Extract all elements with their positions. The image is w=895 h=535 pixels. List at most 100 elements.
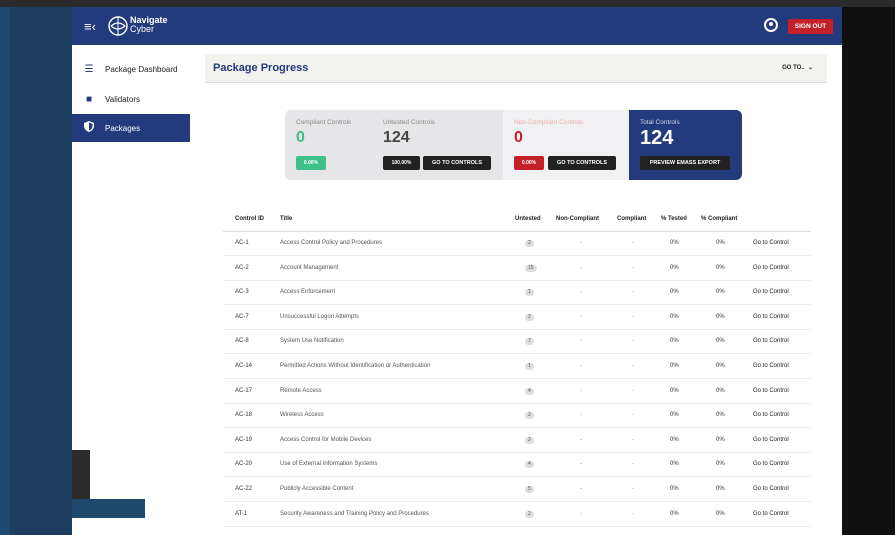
go-to-control-link[interactable]: Go to Control <box>753 256 789 280</box>
control-title: Unsuccessful Logon Attempts <box>280 313 360 320</box>
control-title: Remote Access <box>280 387 322 394</box>
untested-count: 2 <box>525 502 534 526</box>
untested-badge: 2 <box>525 240 534 247</box>
noncompliant-count: - <box>580 289 582 296</box>
top-strip <box>0 0 895 7</box>
table-row: AC-18 Wireless Access 2 - - 0% 0% Go to Control <box>223 403 811 429</box>
noncompliant-count: - <box>580 240 582 246</box>
noncompliant-count: - <box>580 436 582 443</box>
go-to-control-link[interactable]: Go to Control <box>753 379 789 403</box>
pct-compliant: 0% <box>716 436 725 443</box>
menu-collapse-icon[interactable]: ≡‹ <box>84 19 96 34</box>
go-to-control-link[interactable]: Go to Control <box>753 477 789 501</box>
sidebar-item-validators[interactable]: ■ Validators <box>72 85 190 113</box>
col-header-non-compliant: Non-Compliant <box>556 216 599 222</box>
control-title: Access Enforcement <box>280 289 336 296</box>
pct-compliant: 0% <box>716 264 725 271</box>
control-title: Security Awareness and Training Policy a… <box>280 510 429 517</box>
untested-badge: 7 <box>525 338 534 346</box>
noncompliant-count: - <box>580 486 582 492</box>
noncompliant-count: - <box>580 313 582 320</box>
desktop-right-edge <box>842 7 895 535</box>
untested-card: Untested Controls 124 100.00% GO TO CONT… <box>372 110 503 180</box>
untested-badge: 1 <box>525 363 534 370</box>
compliant-count: - <box>632 289 634 296</box>
untested-badge: 5 <box>525 486 534 493</box>
go-to-control-link[interactable]: Go to Control <box>753 502 789 526</box>
untested-count: 4 <box>525 379 534 403</box>
col-header-control-id: Control ID <box>235 216 264 222</box>
pct-tested: 0% <box>670 264 679 271</box>
control-id: AC-8 <box>235 338 249 345</box>
untested-go-to-controls-button[interactable]: GO TO CONTROLS <box>423 156 491 170</box>
untested-count: 1 <box>525 354 534 378</box>
col-header-pct-tested: % Tested <box>661 216 687 222</box>
sign-out-button[interactable]: SIGN OUT <box>788 19 833 34</box>
pct-tested: 0% <box>670 387 679 394</box>
go-to-control-link[interactable]: Go to Control <box>753 403 789 427</box>
goto-dropdown[interactable]: GO TO.. ⌄ <box>782 64 813 71</box>
go-to-control-link[interactable]: Go to Control <box>753 329 789 353</box>
pct-tested: 0% <box>670 436 679 443</box>
control-title: Permitted Actions Without Identification… <box>280 363 431 369</box>
noncompliant-count: - <box>580 338 582 345</box>
untested-pct-badge: 100.00% <box>383 156 420 170</box>
app-window: ≡‹ Navigate Cyber SIGN OUT ☰ Package Das… <box>72 7 842 535</box>
table-row: AC-2 Account Management 15 - - 0% 0% Go to Cont… <box>223 256 811 281</box>
pct-compliant: 0% <box>716 363 725 369</box>
table-row: AC-7 Unsuccessful Logon Attempts 2 - - 0% 0% Go… <box>223 305 811 330</box>
sidebar-item-packages[interactable]: Packages <box>72 114 190 142</box>
control-id: AC-17 <box>235 387 253 394</box>
compliant-count: - <box>632 338 634 345</box>
sidebar-item-package-dashboard[interactable]: ☰ Package Dashboard <box>72 55 190 83</box>
main-content: Package Progress GO TO.. ⌄ Compliant Con… <box>190 45 842 535</box>
control-id: AC-14 <box>235 363 253 369</box>
compliant-value: 0 <box>296 129 305 146</box>
untested-badge: 2 <box>525 313 534 321</box>
chevron-down-icon: ⌄ <box>807 65 813 71</box>
sidebar-item-label: Validators <box>105 94 140 104</box>
compliant-count: - <box>632 412 634 419</box>
untested-badge: 4 <box>525 461 534 469</box>
pct-tested: 0% <box>670 510 679 517</box>
pct-tested: 0% <box>670 461 679 468</box>
table-header-row: Control ID Title Untested Non-Compliant … <box>223 207 811 232</box>
pct-tested: 0% <box>670 289 679 296</box>
noncompliant-go-to-controls-button[interactable]: GO TO CONTROLS <box>548 156 616 170</box>
table-row: AC-1 Access Control Policy and Procedures… <box>223 231 811 256</box>
control-id: AC-18 <box>235 412 253 419</box>
control-title: Account Management <box>280 264 339 271</box>
compliant-count: - <box>632 313 634 320</box>
control-title: Publicly Accessible Content <box>280 486 354 492</box>
untested-value: 124 <box>383 129 410 146</box>
control-title: System Use Notification <box>280 338 344 345</box>
pct-tested: 0% <box>670 338 679 345</box>
untested-badge: 2 <box>525 412 534 420</box>
control-id: AC-2 <box>235 264 249 271</box>
compliant-pct-badge: 0.00% <box>296 156 326 170</box>
book-icon: ■ <box>85 93 93 105</box>
untested-count: 7 <box>525 329 534 353</box>
compliant-count: - <box>632 264 634 271</box>
pct-compliant: 0% <box>716 313 725 320</box>
untested-count: 2 <box>525 231 534 255</box>
preview-emass-export-button[interactable]: PREVIEW EMASS EXPORT <box>640 156 730 170</box>
user-account-icon[interactable] <box>764 18 778 32</box>
untested-badge: 2 <box>525 510 534 518</box>
go-to-control-link[interactable]: Go to Control <box>753 428 789 452</box>
go-to-control-link[interactable]: Go to Control <box>753 231 789 255</box>
go-to-control-link[interactable]: Go to Control <box>753 280 789 304</box>
brand: Navigate Cyber <box>130 16 168 34</box>
untested-badge: 1 <box>525 289 534 297</box>
go-to-control-link[interactable]: Go to Control <box>753 354 789 378</box>
go-to-control-link[interactable]: Go to Control <box>753 305 789 329</box>
table-row: AC-19 Access Control for Mobile Devices 2 -… <box>223 428 811 453</box>
table-row: AC-14 Permitted Actions Without Identific… <box>223 354 811 379</box>
col-header-pct-compliant: % Compliant <box>701 216 738 222</box>
list-icon: ☰ <box>84 63 94 75</box>
go-to-control-link[interactable]: Go to Control <box>753 452 789 476</box>
compliant-card: Compliant Controls 0 0.00% <box>285 110 372 180</box>
table-row: AC-17 Remote Access 4 - - 0% 0% Go to Control <box>223 379 811 404</box>
pct-compliant: 0% <box>716 461 725 468</box>
noncompliant-count: - <box>580 264 582 271</box>
